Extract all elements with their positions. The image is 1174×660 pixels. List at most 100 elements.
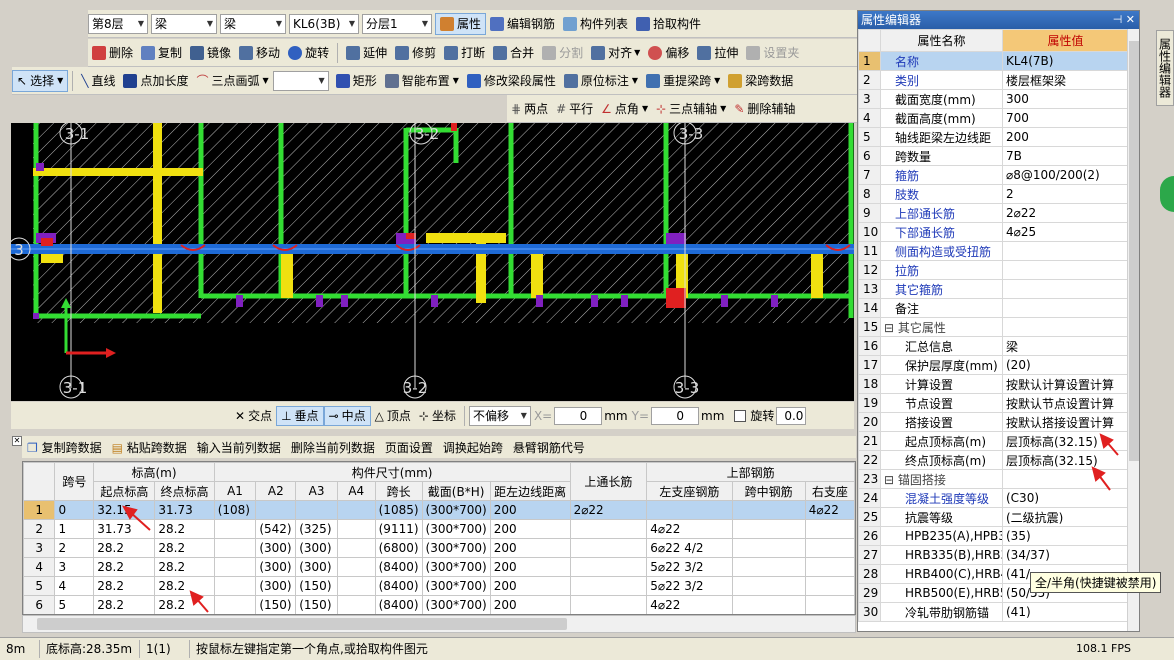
member-select[interactable]: KL6(3B) ▼ bbox=[289, 13, 359, 34]
property-value[interactable]: KL4(7B) bbox=[1002, 51, 1129, 71]
grid-cell[interactable]: (108) bbox=[213, 500, 257, 520]
property-row[interactable]: 19 节点设置 按默认节点设置计算 bbox=[858, 393, 1129, 413]
copy-span-button[interactable]: ❐ 复制跨数据 bbox=[22, 439, 107, 456]
paste-span-button[interactable]: ▤ 粘贴跨数据 bbox=[107, 439, 192, 456]
grid-cell[interactable]: (8400) bbox=[374, 595, 423, 614]
grid-cell[interactable] bbox=[804, 576, 855, 596]
property-value[interactable]: 梁 bbox=[1002, 336, 1129, 356]
grid-cell[interactable] bbox=[731, 538, 806, 558]
grid-cell[interactable]: 0 bbox=[54, 500, 95, 520]
property-row[interactable]: 25 抗震等级 (二级抗震) bbox=[858, 507, 1129, 527]
delete-column-button[interactable]: 删除当前列数据 bbox=[286, 439, 380, 456]
grid-cell[interactable] bbox=[336, 500, 376, 520]
property-value[interactable]: 700 bbox=[1002, 108, 1129, 128]
stretch-button[interactable]: 拉伸 bbox=[693, 42, 742, 64]
grid-cell[interactable]: (300) bbox=[295, 538, 338, 558]
pick-member-button[interactable]: 拾取构件 bbox=[632, 13, 705, 35]
grid-cell[interactable]: (300*700) bbox=[421, 576, 491, 596]
grid-cell[interactable] bbox=[336, 538, 376, 558]
delete-aux-button[interactable]: ✎ 删除辅轴 bbox=[730, 98, 799, 120]
property-row[interactable]: 9 上部通长筋 2⌀22 bbox=[858, 203, 1129, 223]
scroll-thumb[interactable] bbox=[1129, 41, 1139, 461]
rotate-input[interactable]: 0.0 bbox=[776, 406, 807, 425]
grid-cell[interactable]: 28.2 bbox=[93, 576, 156, 596]
snap-vertex[interactable]: △ 顶点 bbox=[371, 406, 415, 426]
grid-cell[interactable] bbox=[213, 519, 257, 539]
property-value[interactable]: 2 bbox=[1002, 184, 1129, 204]
grid-cell[interactable]: (300*700) bbox=[421, 519, 491, 539]
property-row[interactable]: 13 其它箍筋 bbox=[858, 279, 1129, 299]
property-row[interactable]: 8 肢数 2 bbox=[858, 184, 1129, 204]
property-value[interactable] bbox=[1002, 241, 1129, 261]
input-column-button[interactable]: 输入当前列数据 bbox=[192, 439, 286, 456]
grid-cell[interactable] bbox=[213, 576, 257, 596]
grid-cell[interactable]: (300) bbox=[255, 576, 297, 596]
re-extract-button[interactable]: 重提梁跨 ▼ bbox=[642, 70, 724, 92]
grid-cell[interactable]: 4⌀22 bbox=[646, 519, 733, 539]
two-points-button[interactable]: ⋕ 两点 bbox=[507, 98, 552, 120]
settings-button[interactable]: 设置夹 bbox=[742, 42, 803, 64]
grid-cell[interactable]: (542) bbox=[255, 519, 297, 539]
property-row[interactable]: 17 保护层厚度(mm) (20) bbox=[858, 355, 1129, 375]
grid-cell[interactable]: 28.2 bbox=[93, 557, 156, 577]
property-value[interactable] bbox=[1002, 469, 1129, 489]
grid-cell[interactable] bbox=[255, 500, 297, 520]
float-badge[interactable] bbox=[1160, 176, 1174, 212]
grid-cell[interactable]: 200 bbox=[489, 557, 571, 577]
layer-select[interactable]: 分层1 ▼ bbox=[362, 13, 432, 34]
pin-close-icons[interactable]: ⊣ ✕ bbox=[1113, 11, 1135, 29]
snap-perp[interactable]: ⊥ 垂点 bbox=[276, 405, 324, 426]
property-value[interactable] bbox=[1002, 298, 1129, 318]
property-value[interactable]: 层顶标高(32.15) bbox=[1002, 450, 1129, 470]
grid-cell[interactable] bbox=[336, 519, 376, 539]
grid-cell[interactable]: (6800) bbox=[374, 538, 423, 558]
property-value[interactable]: 2⌀22 bbox=[1002, 203, 1129, 223]
grid-cell[interactable]: (8400) bbox=[374, 576, 423, 596]
property-row[interactable]: 23 ⊟ 锚固搭接 bbox=[858, 469, 1129, 489]
grid-cell[interactable]: (8400) bbox=[374, 557, 423, 577]
grid-cell[interactable]: 200 bbox=[489, 500, 571, 520]
grid-cell[interactable] bbox=[336, 557, 376, 577]
grid-cell[interactable]: 2 bbox=[54, 538, 95, 558]
cantilever-code-button[interactable]: 悬臂钢筋代号 bbox=[508, 439, 590, 456]
line-button[interactable]: ╲ 直线 bbox=[77, 70, 119, 92]
property-row[interactable]: 26 HPB235(A),HPB3 (35) bbox=[858, 526, 1129, 546]
grid-cell[interactable] bbox=[213, 538, 257, 558]
offset-mode-select[interactable]: 不偏移 ▼ bbox=[468, 405, 531, 426]
property-row[interactable]: 27 HRB335(B),HRB3 (34/37) bbox=[858, 545, 1129, 565]
property-row[interactable]: 3 截面宽度(mm) 300 bbox=[858, 89, 1129, 109]
point-angle-button[interactable]: ∠ 点角 ▼ bbox=[597, 98, 652, 120]
move-button[interactable]: 移动 bbox=[235, 42, 284, 64]
table-row[interactable]: 2 1 31.73 28.2 (542) (325) (9111) (300*700) 200 4… bbox=[23, 519, 855, 539]
grid-cell[interactable]: (150) bbox=[295, 595, 338, 614]
grid-cell[interactable] bbox=[646, 500, 733, 520]
category-select[interactable]: 梁 ▼ bbox=[151, 13, 217, 34]
property-value[interactable]: ⌀8@100/200(2) bbox=[1002, 165, 1129, 185]
point-length-button[interactable]: 点加长度 bbox=[119, 70, 192, 92]
merge-button[interactable]: 合并 bbox=[489, 42, 538, 64]
grid-cell[interactable]: 200 bbox=[489, 576, 571, 596]
property-value[interactable]: 4⌀25 bbox=[1002, 222, 1129, 242]
rotate-checkbox[interactable] bbox=[734, 409, 747, 422]
scroll-thumb[interactable] bbox=[37, 618, 567, 630]
swap-start-span-button[interactable]: 调换起始跨 bbox=[438, 439, 508, 456]
grid-cell[interactable] bbox=[804, 538, 855, 558]
grid-cell[interactable] bbox=[336, 595, 376, 614]
grid-cell[interactable]: 28.2 bbox=[154, 557, 215, 577]
page-setup-button[interactable]: 页面设置 bbox=[380, 439, 438, 456]
property-row[interactable]: 7 箍筋 ⌀8@100/200(2) bbox=[858, 165, 1129, 185]
grid-cell[interactable] bbox=[731, 519, 806, 539]
rotate-button[interactable]: 旋转 bbox=[284, 42, 333, 64]
grid-cell[interactable]: 28.2 bbox=[93, 595, 156, 614]
mirror-button[interactable]: 镜像 bbox=[186, 42, 235, 64]
edit-rebar-button[interactable]: 编辑钢筋 bbox=[486, 13, 559, 35]
grid-cell[interactable]: (300*700) bbox=[421, 538, 491, 558]
property-value[interactable] bbox=[1002, 260, 1129, 280]
smart-layout-button[interactable]: 智能布置 ▼ bbox=[381, 70, 463, 92]
property-row[interactable]: 20 搭接设置 按默认搭接设置计算 bbox=[858, 412, 1129, 432]
table-row[interactable]: 3 2 28.2 28.2 (300) (300) (6800) (300*700) 200 6⌀… bbox=[23, 538, 855, 558]
offset-button[interactable]: 偏移 bbox=[644, 42, 693, 64]
three-aux-button[interactable]: ⊹ 三点辅轴 ▼ bbox=[652, 98, 730, 120]
property-row[interactable]: 12 拉筋 bbox=[858, 260, 1129, 280]
modify-segment-button[interactable]: 修改梁段属性 bbox=[463, 70, 560, 92]
